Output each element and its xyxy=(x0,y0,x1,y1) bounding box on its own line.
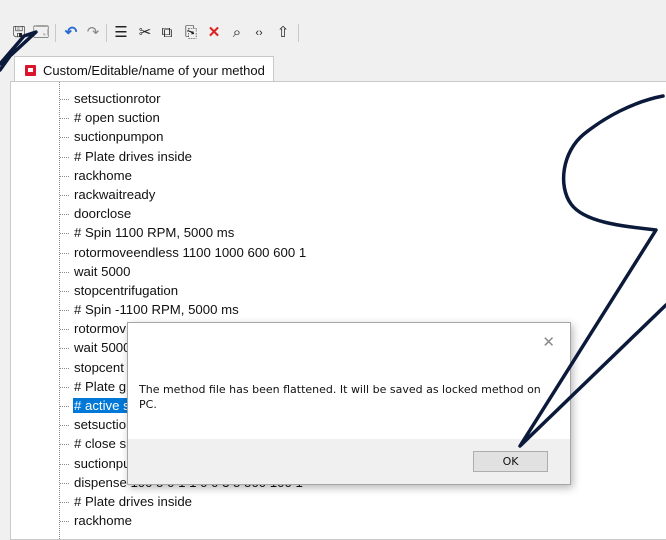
code-icon[interactable]: ‹› xyxy=(250,24,268,42)
tree-item-label: suctionpu xyxy=(74,455,131,471)
tree-item[interactable]: doorclose xyxy=(11,204,307,223)
tree-item-label: rackwaitready xyxy=(74,186,156,202)
tree-item[interactable]: rackhome xyxy=(11,511,307,530)
copy-icon[interactable]: ⧉ xyxy=(158,24,176,42)
tree-item-label: wait 5000 xyxy=(74,340,131,356)
tree-item-label: # Plate drives inside xyxy=(74,148,193,164)
tree-item[interactable]: setsuctionrotor xyxy=(11,89,307,108)
message-dialog: ✕ The method file has been flattened. It… xyxy=(127,322,571,485)
tree-item[interactable]: # Plate drives inside xyxy=(11,492,307,511)
tree-item-label: # active s xyxy=(73,398,131,413)
tree-item[interactable]: # Plate drives inside xyxy=(11,147,307,166)
dialog-message: The method file has been flattened. It w… xyxy=(139,383,541,411)
tree-item-label: suctionpumpon xyxy=(74,129,164,145)
close-icon[interactable]: ✕ xyxy=(542,333,555,351)
tree-item[interactable]: suctionpumpon xyxy=(11,127,307,146)
tree-item[interactable]: rackhome xyxy=(11,166,307,185)
paste-icon[interactable]: ⎘ xyxy=(182,24,200,42)
undo-icon[interactable]: ↶ xyxy=(62,24,80,42)
redo-icon[interactable]: ↷ xyxy=(84,24,102,42)
toolbar: 🖫 🗔 ↶ ↷ ☰ ✂ ⧉ ⎘ ✕ ⌕ ‹› ⇧ xyxy=(0,0,666,52)
save-as-icon[interactable]: 🗔 xyxy=(32,24,50,42)
tree-item-label: # Plate g xyxy=(74,378,127,394)
tree-item-label: # Spin 1100 RPM, 5000 ms xyxy=(74,225,235,241)
tree-item-label: rackhome xyxy=(74,513,132,529)
tree-item-label: setsuctionrotor xyxy=(74,91,161,106)
tree-item-label: # close s xyxy=(74,436,127,452)
method-file-icon xyxy=(25,64,36,76)
save-icon[interactable]: 🖫 xyxy=(10,24,28,42)
cut-icon[interactable]: ✂ xyxy=(136,24,154,42)
toolbar-separator xyxy=(106,24,107,42)
insert-icon[interactable]: ☰ xyxy=(112,24,130,42)
tree-item-label: stopcentrifugation xyxy=(74,282,179,298)
tree-item-label: # open suction xyxy=(74,110,160,126)
dialog-footer: OK xyxy=(128,439,570,484)
tree-item[interactable]: # Spin 1100 RPM, 5000 ms xyxy=(11,223,307,242)
tab-strip: Custom/Editable/name of your method xyxy=(0,52,666,83)
toolbar-separator xyxy=(298,24,299,42)
tree-item[interactable]: # open suction xyxy=(11,108,307,127)
tab-label: Custom/Editable/name of your method xyxy=(43,62,265,78)
tab-method[interactable]: Custom/Editable/name of your method xyxy=(14,56,274,83)
tree-item-label: stopcent xyxy=(74,359,124,375)
tree-item-label: # Spin -1100 RPM, 5000 ms xyxy=(74,302,239,318)
ok-button[interactable]: OK xyxy=(473,451,548,472)
tree-item[interactable]: rotormoveendless 1100 1000 600 600 1 xyxy=(11,243,307,262)
tree-item[interactable]: stopcentrifugation xyxy=(11,281,307,300)
export-icon[interactable]: ⇧ xyxy=(274,24,292,42)
tree-item[interactable]: rackwaitready xyxy=(11,185,307,204)
tree-item-label: setsuctio xyxy=(74,417,127,433)
find-icon[interactable]: ⌕ xyxy=(228,24,246,42)
tree-item-label: rackhome xyxy=(74,167,132,183)
tree-item-label: # Plate drives inside xyxy=(74,493,193,509)
delete-icon[interactable]: ✕ xyxy=(205,24,223,42)
toolbar-separator xyxy=(55,24,56,42)
tree-item-label: wait 5000 xyxy=(74,263,131,279)
tree-item-label: rotormoveendless 1100 1000 600 600 1 xyxy=(74,244,307,260)
tree-item[interactable]: # Spin -1100 RPM, 5000 ms xyxy=(11,300,307,319)
tree-item-label: doorclose xyxy=(74,206,132,222)
tree-item[interactable]: wait 5000 xyxy=(11,262,307,281)
tree-item-label: rotormov xyxy=(74,321,127,337)
